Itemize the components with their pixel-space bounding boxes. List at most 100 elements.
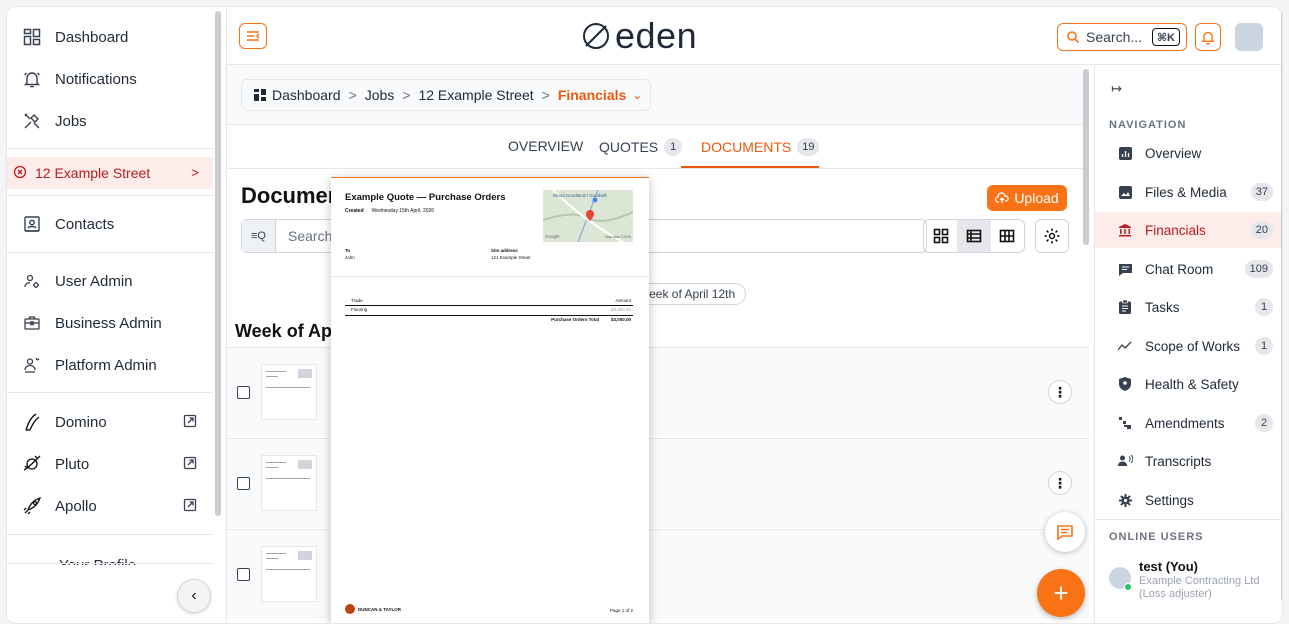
chat-fab-button[interactable] xyxy=(1045,512,1085,552)
rp-item-files-media[interactable]: Files & Media 37 xyxy=(1095,174,1282,210)
navigation-heading: NAVIGATION xyxy=(1109,119,1187,131)
created-label: Created xyxy=(345,208,364,214)
preview-created: Created Wednesday 15th April, 2026 xyxy=(345,208,434,214)
platform-admin-icon xyxy=(21,354,43,376)
breadcrumb-jobs[interactable]: Jobs xyxy=(365,87,395,103)
rp-item-amendments[interactable]: Amendments 2 xyxy=(1095,405,1282,441)
row-checkbox[interactable] xyxy=(237,386,250,399)
preview-map: Wood Goodland / Goodwill Google Map data… xyxy=(543,190,633,242)
rp-item-label: Health & Safety xyxy=(1145,376,1239,392)
rp-item-settings[interactable]: Settings xyxy=(1095,482,1282,518)
col-amount: Amount xyxy=(615,298,631,303)
main-scrollbar[interactable] xyxy=(1083,69,1089,245)
sidebar-item-pluto[interactable]: Pluto xyxy=(7,444,213,484)
row-amount: $3,000.00 xyxy=(610,307,631,312)
rp-item-transcripts[interactable]: Transcripts xyxy=(1095,443,1282,479)
user-gear-icon xyxy=(21,270,43,292)
tab-documents[interactable]: DOCUMENTS 19 xyxy=(701,138,820,156)
sidebar-item-label: Pluto xyxy=(55,455,90,473)
rp-item-financials[interactable]: Financials 20 xyxy=(1095,212,1282,248)
breadcrumb-job[interactable]: 12 Example Street xyxy=(418,87,533,103)
rp-item-chat-room[interactable]: Chat Room 109 xyxy=(1095,251,1282,287)
sidebar-item-active-job[interactable]: 12 Example Street > xyxy=(7,157,213,189)
rp-count-badge: 20 xyxy=(1250,221,1273,239)
filter-button[interactable]: ≡Q xyxy=(242,220,276,252)
collapse-sidebar-button[interactable]: ‹ xyxy=(177,579,211,613)
global-search-button[interactable]: Search... ⌘K xyxy=(1057,23,1187,51)
preview-divider xyxy=(331,276,649,277)
sidebar-item-label: Apollo xyxy=(55,497,97,515)
breadcrumb-current[interactable]: Financials xyxy=(558,87,626,103)
rp-item-label: Amendments xyxy=(1145,415,1225,431)
user-avatar[interactable] xyxy=(1235,23,1263,51)
sidebar-item-label: Business Admin xyxy=(55,314,162,332)
list-view-button[interactable] xyxy=(957,220,991,252)
search-input[interactable]: Search xyxy=(288,228,332,244)
sidebar-item-domino[interactable]: Domino xyxy=(7,402,213,442)
tab-overview[interactable]: OVERVIEW xyxy=(508,138,583,154)
sidebar-item-platform-admin[interactable]: Platform Admin xyxy=(7,345,213,385)
rp-item-health-safety[interactable]: Health & Safety xyxy=(1095,366,1282,402)
table-view-button[interactable] xyxy=(991,220,1024,252)
document-preview[interactable]: Example Quote — Purchase Orders Created W… xyxy=(331,177,649,623)
upload-button[interactable]: Upload xyxy=(987,185,1067,211)
collapse-right-panel-icon[interactable]: ↦ xyxy=(1111,81,1122,97)
rp-item-label: Chat Room xyxy=(1145,261,1214,277)
dashboard-icon xyxy=(21,26,43,48)
tab-count-badge: 19 xyxy=(797,138,820,156)
rp-item-overview[interactable]: Overview xyxy=(1095,135,1282,171)
sidebar-item-dashboard[interactable]: Dashboard xyxy=(7,17,213,57)
tab-label: OVERVIEW xyxy=(508,138,584,154)
preview-table-total: Purchase Orders Total $3,000.00 xyxy=(345,316,633,325)
online-user[interactable]: test (You) Example Contracting Ltd (Loss… xyxy=(1109,555,1279,605)
row-checkbox[interactable] xyxy=(237,477,250,490)
sidebar-item-label: Domino xyxy=(55,413,107,431)
gear-icon xyxy=(1117,492,1133,508)
sidebar-item-notifications[interactable]: Notifications xyxy=(7,59,213,99)
chevron-down-icon[interactable]: ⌄ xyxy=(632,88,642,102)
tab-quotes[interactable]: QUOTES 1 xyxy=(599,138,683,156)
grid-view-button[interactable] xyxy=(924,220,957,252)
rp-item-scope-of-works[interactable]: Scope of Works 1 xyxy=(1095,328,1282,364)
document-thumbnail[interactable] xyxy=(261,364,317,420)
circle-x-icon xyxy=(13,165,29,181)
to-label: To xyxy=(345,248,351,253)
gear-icon xyxy=(1044,228,1060,244)
external-link-icon[interactable] xyxy=(183,456,199,472)
document-thumbnail[interactable] xyxy=(261,455,317,511)
sidebar-item-jobs[interactable]: Jobs xyxy=(7,101,213,141)
active-tab-indicator xyxy=(681,166,819,168)
document-thumbnail[interactable] xyxy=(261,546,317,602)
rp-count-badge: 1 xyxy=(1255,337,1273,355)
notifications-button[interactable] xyxy=(1195,23,1221,51)
page-scrollbar[interactable] xyxy=(1281,11,1282,601)
settings-button[interactable] xyxy=(1035,219,1069,253)
to-value: John xyxy=(345,255,355,260)
breadcrumb-dashboard[interactable]: Dashboard xyxy=(272,87,341,103)
app-window: Dashboard Notifications Jobs 12 Example … xyxy=(6,6,1283,624)
rp-item-tasks[interactable]: Tasks 1 xyxy=(1095,289,1282,325)
rp-count-badge: 37 xyxy=(1250,183,1273,201)
sidebar-item-apollo[interactable]: Apollo xyxy=(7,486,213,526)
logo-mark-icon xyxy=(583,23,609,49)
chat-icon xyxy=(1117,261,1133,277)
add-fab-button[interactable]: + xyxy=(1037,569,1085,617)
pluto-icon xyxy=(21,453,43,475)
row-menu-button[interactable]: ⋮ xyxy=(1048,471,1072,495)
external-link-icon[interactable] xyxy=(183,498,199,514)
shield-icon xyxy=(1117,376,1133,392)
external-link-icon[interactable] xyxy=(183,414,199,430)
row-checkbox[interactable] xyxy=(237,568,250,581)
row-menu-button[interactable]: ⋮ xyxy=(1048,380,1072,404)
amend-icon xyxy=(1117,415,1133,431)
sidebar-divider xyxy=(7,148,213,149)
sidebar-item-user-admin[interactable]: User Admin xyxy=(7,261,213,301)
sidebar-divider xyxy=(7,392,213,393)
bell-icon xyxy=(1201,31,1215,45)
sidebar-scrollbar[interactable] xyxy=(215,11,221,516)
preview-title: Example Quote — Purchase Orders xyxy=(345,192,506,203)
sidebar-item-business-admin[interactable]: Business Admin xyxy=(7,303,213,343)
menu-toggle-button[interactable] xyxy=(239,23,267,49)
sidebar-item-contacts[interactable]: Contacts xyxy=(7,204,213,244)
clipboard-icon xyxy=(1117,299,1133,315)
